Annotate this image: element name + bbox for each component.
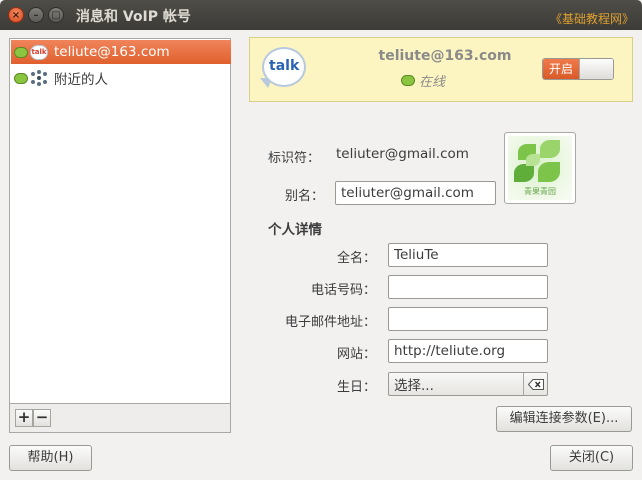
window-minimize-icon[interactable]: – bbox=[28, 7, 44, 23]
title-bar: × – □ 消息和 VoIP 帐号 《基础教程网》 bbox=[0, 0, 642, 30]
email-address-field[interactable] bbox=[388, 307, 548, 331]
chat-bubble-icon bbox=[14, 46, 28, 58]
alias-label: 别名： bbox=[284, 189, 324, 204]
window-close-icon[interactable]: × bbox=[8, 7, 24, 23]
help-button[interactable]: 帮助(H) bbox=[9, 445, 92, 471]
account-item-gtalk[interactable]: talk teliute@163.com bbox=[11, 40, 231, 64]
personal-details-heading: 个人详情 bbox=[268, 222, 322, 238]
talk-icon: talk bbox=[30, 44, 48, 60]
presence-status-label: 在线 bbox=[419, 75, 446, 90]
window-maximize-icon[interactable]: □ bbox=[48, 7, 64, 23]
website-field[interactable] bbox=[388, 339, 548, 363]
banner-account-email: teliute@163.com bbox=[378, 48, 512, 64]
phone-field[interactable] bbox=[388, 275, 548, 299]
birthday-picker[interactable]: 选择... bbox=[388, 372, 548, 396]
talk-logo-text: talk bbox=[269, 58, 300, 74]
avatar-image: 青果青园 bbox=[508, 136, 572, 200]
avatar-button[interactable]: 青果青园 bbox=[504, 132, 576, 204]
fullname-label: 全名： bbox=[336, 251, 376, 266]
presence-status[interactable]: 在线 bbox=[398, 71, 445, 90]
window-title: 消息和 VoIP 帐号 bbox=[76, 9, 191, 25]
fullname-field[interactable] bbox=[388, 243, 548, 267]
people-nearby-icon bbox=[30, 70, 48, 86]
birthday-picker-value: 选择... bbox=[394, 378, 434, 394]
identifier-value: teliuter@gmail.com bbox=[336, 146, 469, 162]
online-status-icon bbox=[401, 75, 415, 86]
avatar-caption: 青果青园 bbox=[524, 187, 556, 196]
toggle-knob[interactable] bbox=[579, 59, 613, 79]
watermark-text: 《基础教程网》 bbox=[549, 12, 634, 26]
google-talk-logo-icon: talk bbox=[262, 47, 306, 87]
email-address-label: 电子邮件地址： bbox=[284, 315, 376, 330]
account-list-toolbar: + − bbox=[9, 404, 231, 433]
account-label: 附近的人 bbox=[54, 72, 108, 88]
alias-field[interactable] bbox=[335, 181, 496, 205]
remove-account-button[interactable]: − bbox=[33, 409, 51, 427]
chat-bubble-icon bbox=[14, 72, 28, 84]
clear-birthday-icon[interactable] bbox=[523, 373, 547, 395]
account-list[interactable]: talk teliute@163.com 附近的人 bbox=[9, 38, 231, 404]
edit-connection-params-button[interactable]: 编辑连接参数(E)... bbox=[496, 406, 632, 432]
identifier-label: 标识符： bbox=[268, 151, 321, 166]
account-item-people-nearby[interactable]: 附近的人 bbox=[11, 66, 231, 90]
account-enable-toggle[interactable]: 开启 bbox=[542, 58, 614, 80]
phone-label: 电话号码： bbox=[310, 283, 376, 298]
close-button[interactable]: 关闭(C) bbox=[550, 445, 633, 471]
birthday-label: 生日： bbox=[336, 380, 376, 395]
account-status-banner: talk teliute@163.com 在线 开启 bbox=[249, 37, 633, 102]
add-account-button[interactable]: + bbox=[15, 409, 33, 427]
website-label: 网站： bbox=[336, 347, 376, 362]
account-label: teliute@163.com bbox=[54, 44, 170, 60]
toggle-on-label: 开启 bbox=[543, 59, 579, 79]
